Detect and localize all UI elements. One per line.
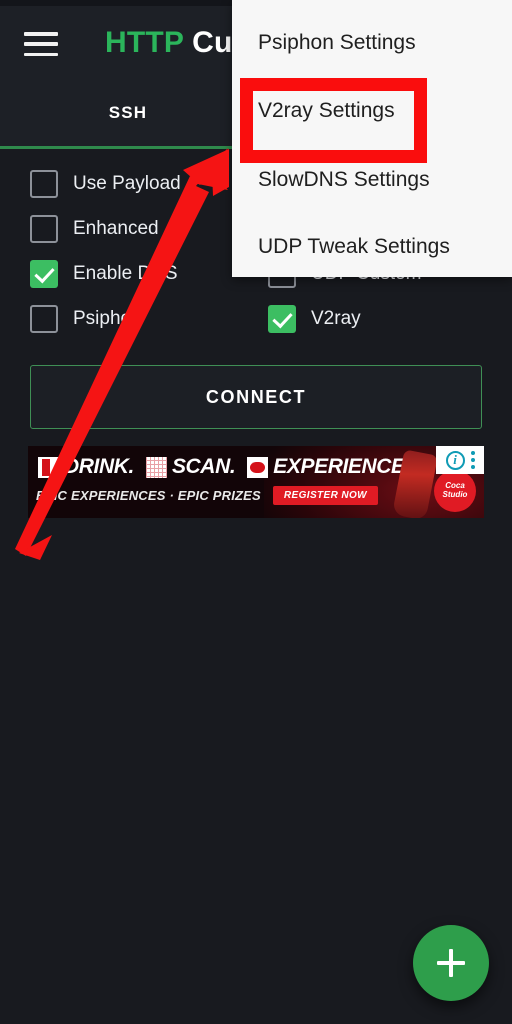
menu-item-udp-tweak-settings[interactable]: UDP Tweak Settings: [258, 235, 450, 259]
checkbox-label-psiphon: Psiphon: [73, 308, 142, 329]
ad-word-drink: DRINK.: [64, 455, 134, 478]
checkbox-use-payload[interactable]: [30, 170, 58, 198]
menu-item-v2ray-settings[interactable]: V2ray Settings: [258, 99, 395, 123]
tab-selected-indicator: [0, 146, 256, 149]
checkbox-label-enable-dns: Enable DNS: [73, 263, 178, 284]
ad-can-icon: [38, 456, 59, 478]
checkbox-row-enhanced[interactable]: Enhanced: [30, 215, 159, 243]
app-screen: HTTP Custom SSH Use Payload Enhanced Ena…: [0, 0, 512, 1024]
ad-headline: DRINK. SCAN. EXPERIENCE.: [38, 455, 422, 479]
checkbox-enhanced[interactable]: [30, 215, 58, 243]
hamburger-menu-icon[interactable]: [24, 32, 58, 56]
connect-button[interactable]: CONNECT: [30, 365, 482, 429]
ad-banner[interactable]: DRINK. SCAN. EXPERIENCE. EPIC EXPERIENCE…: [28, 446, 484, 518]
checkbox-v2ray[interactable]: [268, 305, 296, 333]
checkbox-row-enable-dns[interactable]: Enable DNS: [30, 260, 178, 288]
ad-word-scan: SCAN.: [171, 455, 236, 478]
checkbox-label-enhanced: Enhanced: [73, 218, 159, 239]
app-title-primary: HTTP: [105, 26, 184, 59]
checkbox-label-v2ray: V2ray: [311, 308, 361, 329]
ad-qr-icon: [145, 456, 167, 478]
menu-item-slowdns-settings[interactable]: SlowDNS Settings: [258, 168, 430, 192]
checkbox-label-use-payload: Use Payload: [73, 173, 181, 194]
checkbox-row-psiphon[interactable]: Psiphon: [30, 305, 142, 333]
overflow-menu: Psiphon Settings V2ray Settings SlowDNS …: [232, 0, 512, 277]
checkbox-row-use-payload[interactable]: Use Payload: [30, 170, 181, 198]
checkbox-row-v2ray[interactable]: V2ray: [268, 305, 361, 333]
checkbox-enable-dns[interactable]: [30, 260, 58, 288]
checkbox-psiphon[interactable]: [30, 305, 58, 333]
ad-subline: EPIC EXPERIENCES · EPIC PRIZES: [36, 488, 261, 503]
info-icon[interactable]: i: [445, 450, 465, 470]
ad-choices-controls[interactable]: i: [436, 446, 484, 474]
tab-ssh[interactable]: SSH: [0, 78, 256, 148]
ad-brand-badge: Coca Studio: [434, 470, 476, 512]
ad-word-experience: EXPERIENCE.: [273, 455, 411, 478]
ad-subline-row: EPIC EXPERIENCES · EPIC PRIZES REGISTER …: [36, 486, 379, 505]
ad-logo-icon: [247, 456, 269, 478]
add-config-fab[interactable]: [413, 925, 489, 1001]
menu-item-psiphon-settings[interactable]: Psiphon Settings: [258, 31, 416, 55]
overflow-dots-icon[interactable]: [470, 451, 475, 469]
ad-register-now-button[interactable]: REGISTER NOW: [272, 486, 379, 505]
